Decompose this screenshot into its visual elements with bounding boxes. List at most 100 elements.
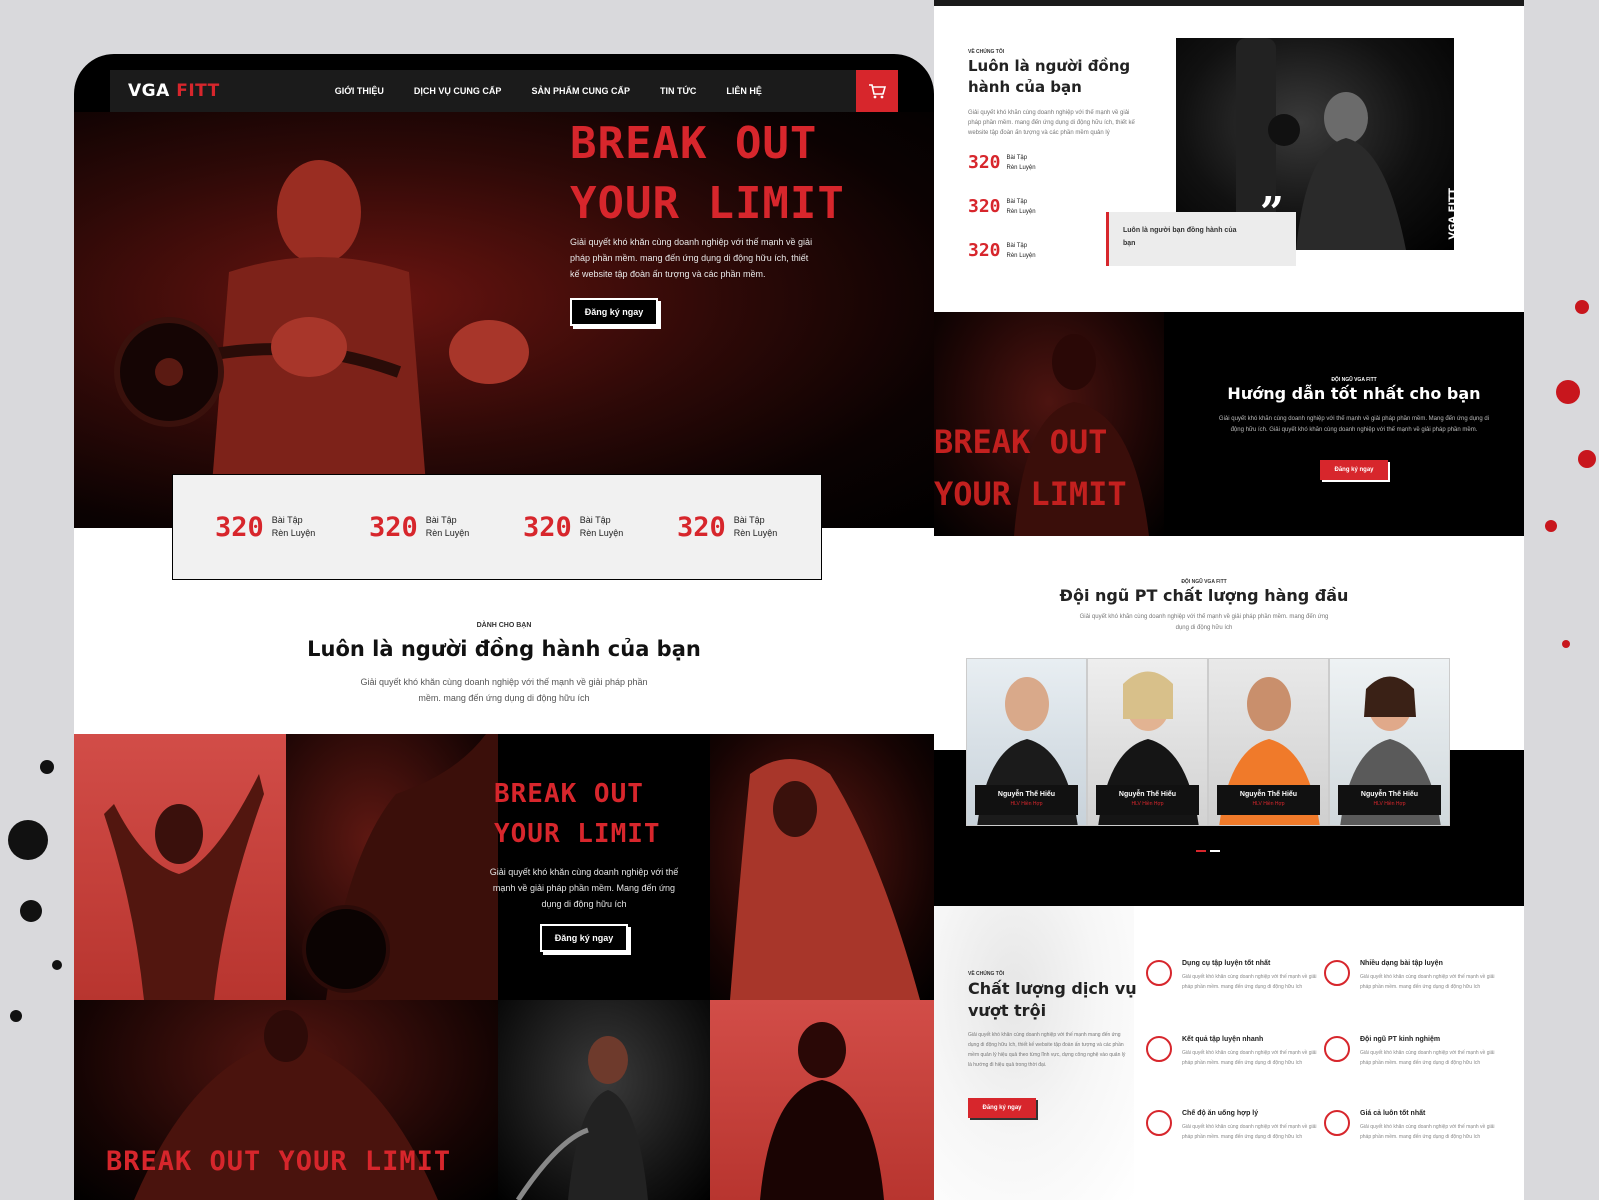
lifter-image	[302, 734, 498, 1000]
stat-item: 320 Bài Tập Rèn Luyện	[369, 512, 487, 543]
hoodie-athlete-image	[730, 759, 920, 1000]
logo-text: VGA	[128, 81, 170, 101]
trainer-name: Nguyễn Thế Hiếu	[1239, 791, 1298, 798]
companion-section-description: Giải quyết khó khăn cùng doanh nghiệp vớ…	[360, 677, 648, 703]
stat-label-line-1: Bài Tập	[1006, 242, 1028, 249]
price-icon	[1324, 1110, 1350, 1136]
feature-description: Giải quyết khó khăn cùng doanh nghiệp vớ…	[1182, 1050, 1317, 1066]
gallery-photo	[710, 734, 934, 1000]
seated-athlete-image	[760, 1022, 884, 1200]
hero-athlete-image	[114, 160, 529, 522]
nav-item-contact[interactable]: LIÊN HỆ	[726, 86, 762, 96]
nav-menu: GIỚI THIỆU DỊCH VỤ CUNG CẤP SẢN PHẨM CUN…	[335, 86, 762, 96]
ink-splatter	[10, 1010, 22, 1022]
gallery-title: BREAK OUT YOUR LIMIT	[494, 774, 661, 854]
brand-logo[interactable]: VGA FITT	[128, 81, 220, 101]
section-tag: DÀNH CHO BẠN	[476, 622, 532, 630]
carousel-pagination	[1196, 850, 1220, 852]
feature-description: Giải quyết khó khăn cùng doanh nghiệp vớ…	[1182, 1124, 1317, 1140]
bodybuilder-image	[104, 774, 264, 1000]
cart-icon	[869, 84, 886, 99]
ink-splatter	[40, 760, 54, 774]
section-tag: VỀ CHÚNG TÔI	[968, 49, 1005, 56]
logo-accent-text: FITT	[176, 81, 220, 101]
paint-splatter	[1562, 640, 1570, 648]
gallery-photo	[710, 1000, 934, 1200]
feature-description: Giải quyết khó khăn cùng doanh nghiệp vớ…	[1360, 974, 1495, 990]
stat-label-line-2: Rèn Luyện	[1006, 164, 1036, 171]
cart-button[interactable]	[856, 70, 898, 112]
paint-splatter	[1575, 300, 1589, 314]
trainer-card[interactable]: Nguyễn Thế Hiếu HLV Hiền Hợp	[966, 658, 1087, 826]
gallery-photo	[286, 734, 498, 1000]
gallery-title-line-2: YOUR LIMIT	[494, 819, 661, 849]
paint-splatter	[1578, 450, 1596, 468]
trainer-label: Nguyễn Thế Hiếu HLV Hiền Hợp	[1338, 785, 1441, 815]
stat-number: 320	[523, 511, 572, 543]
stat-label: Bài Tập Rèn Luyện	[1007, 241, 1036, 261]
stat-label-line-1: Bài Tập	[733, 515, 765, 525]
gallery-title-line-1: BREAK OUT	[494, 779, 644, 809]
feature-description: Giải quyết khó khăn cùng doanh nghiệp vớ…	[1360, 1124, 1495, 1140]
stat-label-line-1: Bài Tập	[425, 515, 457, 525]
hero-title: BREAK OUT YOUR LIMIT	[570, 114, 845, 234]
gallery-description: Giải quyết khó khăn cùng doanh nghiệp vớ…	[489, 867, 679, 909]
quality-register-button[interactable]: Đăng ký ngay	[968, 1098, 1036, 1118]
main-navbar: VGA FITT GIỚI THIỆU DỊCH VỤ CUNG CẤP SẢN…	[110, 70, 898, 112]
stopwatch-icon	[1146, 1036, 1172, 1062]
nav-item-about[interactable]: GIỚI THIỆU	[335, 86, 384, 96]
quality-description: Giải quyết khó khăn cùng doanh nghiệp vớ…	[968, 1032, 1126, 1068]
guide-description: Giải quyết khó khăn cùng doanh nghiệp vớ…	[1218, 416, 1490, 433]
trainer-card[interactable]: Nguyễn Thế Hiếu HLV Hiền Hợp	[1329, 658, 1450, 826]
stat-label-line-2: Rèn Luyện	[1006, 252, 1036, 259]
feature-description: Giải quyết khó khăn cùng doanh nghiệp vớ…	[1360, 1050, 1495, 1066]
carousel-dot-active[interactable]	[1210, 850, 1220, 852]
about-title: Luôn là người đồng hành của bạn	[968, 57, 1131, 96]
stat-label: Bài Tập Rèn Luyện	[1007, 153, 1036, 173]
nav-item-news[interactable]: TIN TỨC	[660, 86, 696, 96]
nav-item-services[interactable]: DỊCH VỤ CUNG CẤP	[414, 86, 502, 96]
trainer-label: Nguyễn Thế Hiếu HLV Hiền Hợp	[975, 785, 1078, 815]
guide-stencil-line-1: BREAK OUT	[934, 423, 1108, 461]
trainer-card[interactable]: Nguyễn Thế Hiếu HLV Hiền Hợp	[1208, 658, 1329, 826]
stat-label-line-2: Rèn Luyện	[271, 528, 316, 538]
trainer-icon	[1324, 1036, 1350, 1062]
stat-item: 320 Bài Tập Rèn Luyện	[215, 512, 333, 543]
hero-register-button[interactable]: Đăng ký ngay	[570, 298, 658, 326]
gallery-register-button[interactable]: Đăng ký ngay	[540, 924, 628, 952]
stat-label-line-2: Rèn Luyện	[1006, 208, 1036, 215]
stat-number: 320	[968, 240, 1001, 261]
feature-title: Kết quả tập luyện nhanh	[1182, 1036, 1264, 1043]
stat-label-line-1: Bài Tập	[1006, 154, 1028, 161]
nav-item-products[interactable]: SẢN PHẨM CUNG CẤP	[531, 86, 630, 96]
gallery-photo	[498, 1000, 710, 1200]
trainer-name: Nguyễn Thế Hiếu	[1360, 791, 1419, 798]
carousel-dot[interactable]	[1196, 850, 1206, 852]
feature-title: Nhiều dạng bài tập luyện	[1360, 960, 1443, 967]
feature-title: Dụng cụ tập luyện tốt nhất	[1182, 960, 1271, 967]
hero-description: Giải quyết khó khăn cùng doanh nghiệp vớ…	[570, 237, 813, 279]
feature-title: Chế độ ăn uống hợp lý	[1182, 1110, 1259, 1117]
team-title: Đội ngũ PT chất lượng hàng đầu	[1059, 586, 1349, 605]
stat-item: 320 Bài Tập Rèn Luyện	[677, 512, 795, 543]
stat-label-line-2: Rèn Luyện	[579, 528, 624, 538]
trainer-name: Nguyễn Thế Hiếu	[1118, 791, 1177, 798]
quality-title: Chất lượng dịch vụ vượt trội	[968, 979, 1137, 1020]
stat-label-line-1: Bài Tập	[1006, 198, 1028, 205]
guide-section: BREAK OUT YOUR LIMIT ĐỘI NGŨ VGA FITT Hư…	[934, 312, 1524, 536]
stat-number: 320	[968, 196, 1001, 217]
paint-splatter	[1545, 520, 1557, 532]
gallery-bottom-title: BREAK OUT YOUR LIMIT	[106, 1146, 452, 1177]
trainer-card[interactable]: Nguyễn Thế Hiếu HLV Hiền Hợp	[1087, 658, 1208, 826]
stat-label: Bài Tập Rèn Luyện	[580, 514, 624, 540]
ink-splatter	[8, 820, 48, 860]
stat-label: Bài Tập Rèn Luyện	[272, 514, 316, 540]
guide-register-button[interactable]: Đăng ký ngay	[1320, 460, 1388, 480]
guide-stencil-line-2: YOUR LIMIT	[934, 475, 1127, 513]
stat-label-line-1: Bài Tập	[579, 515, 611, 525]
ink-splatter	[20, 900, 42, 922]
about-description: Giải quyết khó khăn cùng doanh nghiệp vớ…	[968, 110, 1135, 136]
guide-title: Hướng dẫn tốt nhất cho bạn	[1227, 384, 1481, 403]
photo-brand-text: VGA FITT	[1448, 188, 1459, 240]
section-tag: ĐỘI NGŨ VGA FITT	[1181, 579, 1228, 586]
